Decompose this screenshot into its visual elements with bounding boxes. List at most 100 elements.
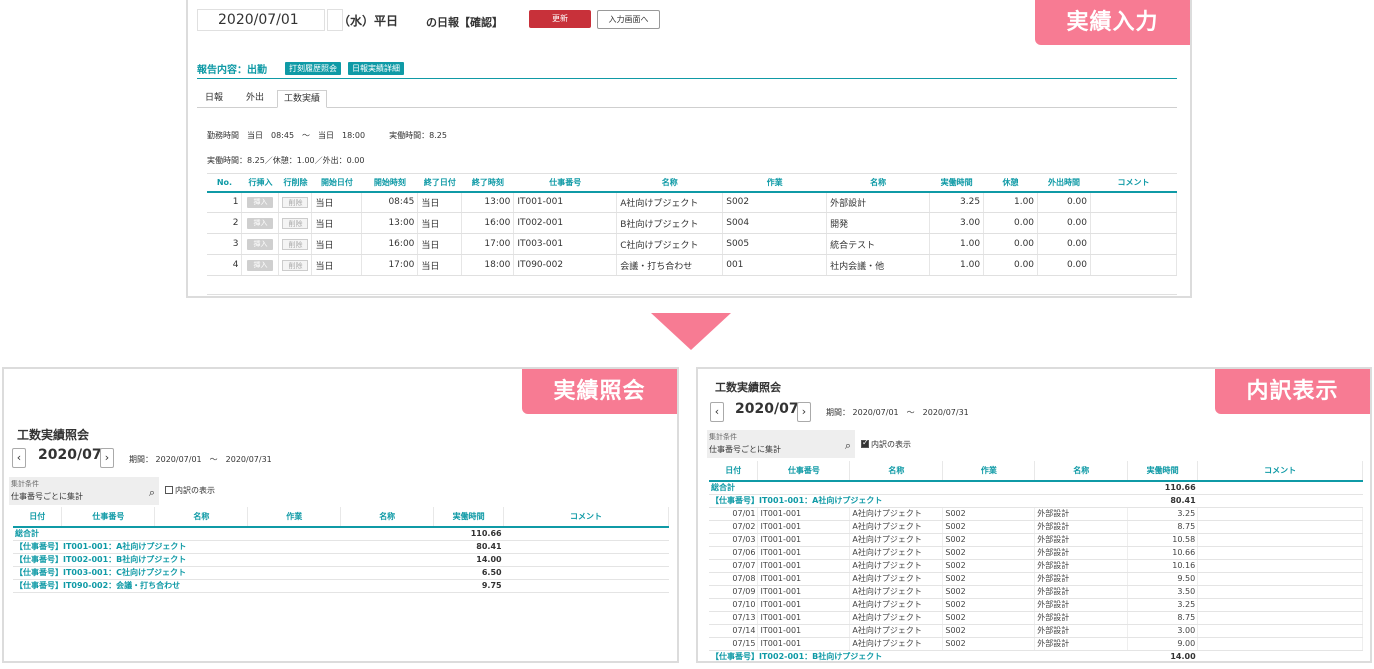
aggregation-select[interactable]: 集計条件 仕事番号ごとに集計 ⌕ — [9, 477, 159, 505]
aggregation-select[interactable]: 集計条件 仕事番号ごとに集計 ⌕ — [707, 430, 855, 458]
task-code[interactable]: S004 — [722, 212, 828, 234]
insert-row-button[interactable]: 挿入 — [247, 217, 274, 229]
detail-row[interactable]: 07/09 IT001-001 A社向けプジェクト S002 外部設計 3.50 — [709, 585, 1363, 599]
work-hours[interactable]: 3.25 — [929, 191, 985, 213]
col-task-name: 名称 — [1034, 461, 1129, 482]
job-no[interactable]: IT002-001 — [513, 212, 618, 234]
tab-man-hours[interactable]: 工数実績 — [277, 90, 328, 108]
delete-row-button[interactable]: 削除 — [282, 217, 309, 229]
next-month-button[interactable]: › — [100, 448, 114, 468]
start-time[interactable]: 08:45 — [361, 191, 419, 213]
group-row[interactable]: 【仕事番号】IT090-002：会議・打ち合わせ 9.75 — [13, 579, 669, 593]
prev-month-button[interactable]: ‹ — [12, 448, 26, 468]
detail-date: 07/10 — [709, 598, 759, 612]
start-date[interactable]: 当日 — [311, 191, 363, 213]
end-time[interactable]: 17:00 — [461, 233, 515, 255]
job-no[interactable]: IT003-001 — [513, 233, 618, 255]
detail-row[interactable]: 07/10 IT001-001 A社向けプジェクト S002 外部設計 3.25 — [709, 598, 1363, 612]
search-icon[interactable]: ⌕ — [845, 439, 851, 453]
group-row[interactable]: 【仕事番号】IT003-001：C社向けプジェクト 6.50 — [13, 566, 669, 580]
task-code[interactable]: S002 — [722, 191, 828, 213]
job-no[interactable]: IT090-002 — [513, 254, 618, 276]
start-time[interactable]: 16:00 — [361, 233, 419, 255]
task-code[interactable]: S005 — [722, 233, 828, 255]
update-button[interactable]: 更新 — [529, 10, 591, 28]
rest-hours[interactable]: 1.00 — [983, 191, 1039, 213]
detail-row[interactable]: 07/15 IT001-001 A社向けプジェクト S002 外部設計 9.00 — [709, 637, 1363, 651]
detail-row[interactable]: 07/02 IT001-001 A社向けプジェクト S002 外部設計 8.75 — [709, 520, 1363, 534]
end-date[interactable]: 当日 — [417, 254, 463, 276]
task-code[interactable]: 001 — [722, 254, 828, 276]
goto-input-button[interactable]: 入力画面へ — [597, 10, 660, 29]
col-job-name: 名称 — [849, 461, 944, 482]
detail-row[interactable]: 07/14 IT001-001 A社向けプジェクト S002 外部設計 3.00 — [709, 624, 1363, 638]
report-title: の日報【確認】 — [426, 16, 503, 29]
out-hours[interactable]: 0.00 — [1037, 212, 1091, 234]
out-hours[interactable]: 0.00 — [1037, 254, 1091, 276]
detail-date: 07/02 — [709, 520, 759, 534]
end-date[interactable]: 当日 — [417, 191, 463, 213]
rest-hours[interactable]: 0.00 — [983, 233, 1039, 255]
detail-row[interactable]: 07/01 IT001-001 A社向けプジェクト S002 外部設計 3.25 — [709, 507, 1363, 521]
detail-job: IT001-001 — [757, 533, 851, 547]
next-month-button[interactable]: › — [797, 402, 811, 422]
comment-cell[interactable] — [1090, 254, 1177, 276]
rest-hours[interactable]: 0.00 — [983, 212, 1039, 234]
detail-name: A社向けプジェクト — [849, 624, 944, 638]
delete-row-button[interactable]: 削除 — [282, 238, 309, 250]
breakdown-checkbox[interactable]: 内訳の表示 — [861, 438, 911, 450]
delete-row-button[interactable]: 削除 — [282, 196, 309, 208]
start-date[interactable]: 当日 — [311, 254, 363, 276]
col-comment: コメント — [503, 507, 669, 528]
detail-task: S002 — [942, 572, 1036, 586]
table-row: 3 挿入 削除 当日 16:00 当日 17:00 IT003-001 C社向け… — [207, 233, 1177, 255]
detail-row[interactable]: 07/03 IT001-001 A社向けプジェクト S002 外部設計 10.58 — [709, 533, 1363, 547]
tab-outing[interactable]: 外出 — [240, 90, 270, 108]
end-time[interactable]: 16:00 — [461, 212, 515, 234]
start-time[interactable]: 17:00 — [361, 254, 419, 276]
work-hours[interactable]: 1.00 — [929, 233, 985, 255]
start-date[interactable]: 当日 — [311, 233, 363, 255]
end-date[interactable]: 当日 — [417, 233, 463, 255]
group-row[interactable]: 【仕事番号】IT002-001：B社向けプジェクト 14.00 — [13, 553, 669, 567]
group-row[interactable]: 【仕事番号】IT002-001：B社向けプジェクト 14.00 — [709, 650, 1363, 661]
delete-row-button[interactable]: 削除 — [282, 259, 309, 271]
comment-cell[interactable] — [1090, 212, 1177, 234]
detail-row[interactable]: 07/08 IT001-001 A社向けプジェクト S002 外部設計 9.50 — [709, 572, 1363, 586]
tab-daily-report[interactable]: 日報 — [199, 90, 229, 108]
inquiry-panel: 実績照会 工数実績照会 ‹ 2020/07 › 期間： 2020/07/01 ～… — [2, 367, 679, 663]
out-hours[interactable]: 0.00 — [1037, 233, 1091, 255]
prev-month-button[interactable]: ‹ — [710, 402, 724, 422]
detail-name: A社向けプジェクト — [849, 559, 944, 573]
month-display: 2020/07 — [38, 447, 102, 463]
insert-row-button[interactable]: 挿入 — [247, 196, 274, 208]
group-label: 【仕事番号】IT002-001：B社向けプジェクト — [709, 650, 1128, 661]
work-hours[interactable]: 3.00 — [929, 212, 985, 234]
start-date[interactable]: 当日 — [311, 212, 363, 234]
insert-row-button[interactable]: 挿入 — [247, 238, 274, 250]
group-value: 14.00 — [433, 553, 504, 567]
end-date[interactable]: 当日 — [417, 212, 463, 234]
rest-hours[interactable]: 0.00 — [983, 254, 1039, 276]
out-hours[interactable]: 0.00 — [1037, 191, 1091, 213]
comment-cell[interactable] — [1090, 191, 1177, 213]
detail-row[interactable]: 07/13 IT001-001 A社向けプジェクト S002 外部設計 8.75 — [709, 611, 1363, 625]
chevron-right-icon: › — [104, 451, 110, 464]
detail-row[interactable]: 07/07 IT001-001 A社向けプジェクト S002 外部設計 10.16 — [709, 559, 1363, 573]
total-label: 総合計 — [709, 481, 1128, 495]
punch-history-button[interactable]: 打刻履歴照会 — [285, 62, 341, 75]
work-hours[interactable]: 1.00 — [929, 254, 985, 276]
breakdown-checkbox[interactable]: 内訳の表示 — [165, 485, 215, 496]
group-value: 14.00 — [1127, 650, 1198, 661]
end-time[interactable]: 13:00 — [461, 191, 515, 213]
daily-detail-button[interactable]: 日報実績詳細 — [348, 62, 404, 75]
end-time[interactable]: 18:00 — [461, 254, 515, 276]
detail-row[interactable]: 07/06 IT001-001 A社向けプジェクト S002 外部設計 10.66 — [709, 546, 1363, 560]
insert-row-button[interactable]: 挿入 — [247, 259, 274, 271]
start-time[interactable]: 13:00 — [361, 212, 419, 234]
job-no[interactable]: IT001-001 — [513, 191, 618, 213]
group-row[interactable]: 【仕事番号】IT001-001：A社向けプジェクト 80.41 — [13, 540, 669, 554]
search-icon[interactable]: ⌕ — [149, 486, 155, 500]
group-row[interactable]: 【仕事番号】IT001-001：A社向けプジェクト 80.41 — [709, 494, 1363, 508]
comment-cell[interactable] — [1090, 233, 1177, 255]
